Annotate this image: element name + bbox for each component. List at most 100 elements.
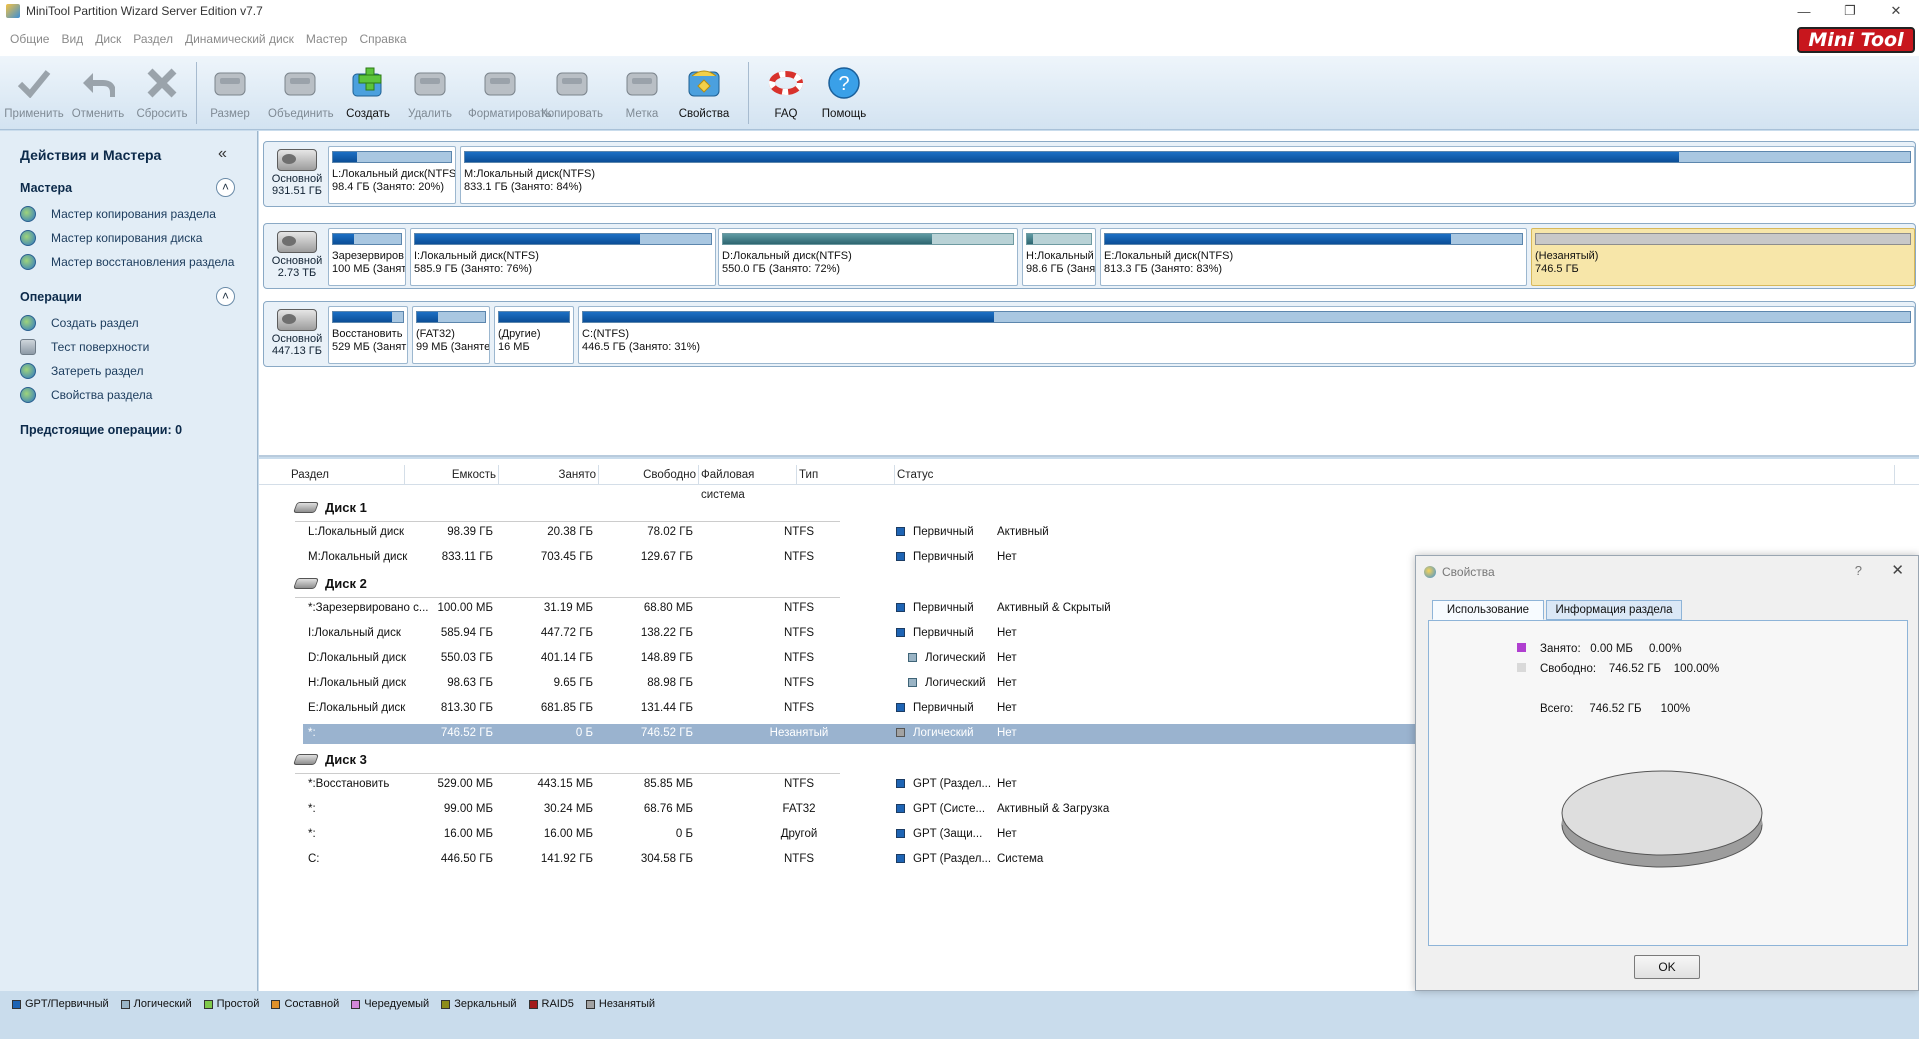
toolbar-button-cross[interactable]: Сбросить: [130, 60, 194, 126]
toolbar-button-delete-partition[interactable]: Удалить: [398, 60, 462, 126]
partition-label: Зарезервиров 100 МБ (Заняти: [332, 250, 406, 275]
table-row[interactable]: L:Локальный диск 98.39 ГБ 20.38 ГБ 78.02 ГБ…: [303, 523, 1673, 543]
collapse-operations-icon[interactable]: ˄: [216, 287, 235, 306]
restore-button[interactable]: ❐: [1827, 0, 1873, 22]
disk-map-row[interactable]: Основной 931.51 ГБ L:Локальный диск(NTFS) 9…: [263, 141, 1916, 207]
free-stat: Свободно: 746.52 ГБ 100.00%: [1517, 663, 1719, 675]
tab-partition-info[interactable]: Информация раздела: [1546, 600, 1682, 620]
cell: 31.19 МБ: [543, 602, 593, 614]
partition-block[interactable]: E:Локальный диск(NTFS) 813.3 ГБ (Занято: …: [1100, 228, 1527, 286]
menu-view[interactable]: Вид: [61, 32, 85, 46]
cell: 98.63 ГБ: [447, 677, 493, 689]
sidebar-item-recovery-wizard[interactable]: Мастер восстановления раздела: [20, 253, 234, 271]
delete-partition-icon: [411, 64, 449, 102]
cell: *:Восстановить: [308, 778, 390, 790]
sidebar-item-copy-partition-wizard[interactable]: Мастер копирования раздела: [20, 205, 216, 223]
column-header[interactable]: Статус: [895, 465, 1895, 485]
partition-label: C:(NTFS) 446.5 ГБ (Занято: 31%): [582, 328, 701, 353]
cell: 141.92 ГБ: [540, 853, 593, 865]
partition-block[interactable]: I:Локальный диск(NTFS) 585.9 ГБ (Занято: …: [410, 228, 716, 286]
cell: *:: [308, 828, 316, 840]
type-swatch: [896, 854, 905, 863]
toolbar-button-create-partition[interactable]: Создать: [336, 60, 400, 126]
column-header[interactable]: Занято: [499, 465, 599, 485]
menu-wizard[interactable]: Мастер: [306, 32, 350, 46]
minimize-button[interactable]: —: [1781, 0, 1827, 22]
cell: 16.00 МБ: [543, 828, 593, 840]
copy-disk-icon: [553, 64, 591, 102]
partition-label: (Другие) 16 МБ: [498, 328, 541, 353]
collapse-sidebar-icon[interactable]: «: [218, 145, 227, 163]
partition-block[interactable]: D:Локальный диск(NTFS) 550.0 ГБ (Занято: …: [718, 228, 1018, 286]
toolbar-button-help[interactable]: ? Помощь: [812, 60, 876, 126]
partition-block[interactable]: M:Локальный диск(NTFS) 833.1 ГБ (Занято: …: [460, 146, 1915, 204]
partition-block[interactable]: Зарезервиров 100 МБ (Заняти: [328, 228, 406, 286]
usage-bar: [582, 311, 1911, 323]
toolbar-button-format-disk[interactable]: Форматировать: [468, 60, 551, 126]
hard-disk-icon: [277, 231, 317, 253]
cell: 447.72 ГБ: [540, 627, 593, 639]
menu-partition[interactable]: Раздел: [133, 32, 175, 46]
ok-button[interactable]: OK: [1634, 955, 1700, 979]
menu-disk[interactable]: Диск: [95, 32, 123, 46]
type-swatch: [896, 829, 905, 838]
partition-block[interactable]: L:Локальный диск(NTFS) 98.4 ГБ (Занято: 2…: [328, 146, 456, 204]
usage-bar-fill: [333, 312, 392, 322]
sidebar-item-create-partition[interactable]: Создать раздел: [20, 314, 139, 332]
toolbar-button-check[interactable]: Применить: [2, 60, 66, 126]
partition-block[interactable]: H:Локальный 98.6 ГБ (Заня: [1022, 228, 1096, 286]
menu-dynamic-disk[interactable]: Динамический диск: [185, 32, 296, 46]
type-swatch: [908, 678, 917, 687]
type-swatch: [896, 628, 905, 637]
usage-bar-fill: [465, 152, 1679, 162]
cell: Система: [997, 853, 1044, 865]
toolbar-button-copy-disk[interactable]: Копировать: [540, 60, 604, 126]
toolbar-button-properties[interactable]: Свойства: [672, 60, 736, 126]
usage-bar-fill: [583, 312, 995, 322]
menu-general[interactable]: Общие: [10, 32, 51, 46]
disk-icon: [292, 501, 320, 513]
tab-usage[interactable]: Использование: [1432, 600, 1544, 620]
sidebar-item-wipe-partition[interactable]: Затереть раздел: [20, 362, 143, 380]
sidebar-item-partition-properties[interactable]: Свойства раздела: [20, 386, 152, 404]
column-header[interactable]: Тип: [797, 465, 895, 485]
legend-swatch: [585, 999, 595, 1009]
partition-block[interactable]: Восстановить 529 МБ (Заняти: [328, 306, 408, 364]
cell: GPT (Защи...: [896, 828, 982, 840]
toolbar-button-resize-disk[interactable]: Размер: [198, 60, 262, 126]
column-header[interactable]: Емкость: [405, 465, 499, 485]
partition-block[interactable]: (Незанятый) 746.5 ГБ: [1531, 228, 1915, 286]
cell: 68.80 МБ: [643, 602, 693, 614]
menu-help[interactable]: Справка: [359, 32, 408, 46]
legend-swatch: [271, 999, 281, 1009]
sidebar-item-copy-disk-wizard[interactable]: Мастер копирования диска: [20, 229, 202, 247]
disk-group-label: Диск 3: [292, 749, 367, 769]
partition-block[interactable]: (FAT32) 99 МБ (Заняте: [412, 306, 490, 364]
pending-operations: Предстоящие операции: 0: [20, 423, 183, 437]
group-divider: [295, 773, 840, 774]
column-header[interactable]: Раздел: [289, 465, 405, 485]
wizard-icon: [20, 254, 36, 270]
cell: Нет: [997, 727, 1017, 739]
column-header[interactable]: Свободно: [599, 465, 699, 485]
toolbar-button-label: Размер: [210, 108, 250, 120]
close-icon[interactable]: ✕: [1891, 561, 1904, 579]
usage-bar-fill: [1105, 234, 1452, 244]
toolbar-button-label-disk[interactable]: Метка: [610, 60, 674, 126]
toolbar-button-lifebuoy[interactable]: FAQ: [754, 60, 818, 126]
collapse-wizards-icon[interactable]: ˄: [216, 178, 235, 197]
partition-block[interactable]: (Другие) 16 МБ: [494, 306, 574, 364]
sidebar-item-surface-test[interactable]: Тест поверхности: [20, 338, 149, 356]
partition-block[interactable]: C:(NTFS) 446.5 ГБ (Занято: 31%): [578, 306, 1915, 364]
column-header[interactable]: Файловая система: [699, 465, 797, 501]
close-window-button[interactable]: ✕: [1873, 0, 1919, 22]
cell: 681.85 ГБ: [540, 702, 593, 714]
disk-map-row[interactable]: Основной 2.73 ТБ Зарезервиров 100 МБ (Занят…: [263, 223, 1916, 289]
toolbar-button-label: Метка: [625, 108, 659, 120]
toolbar-button-undo[interactable]: Отменить: [66, 60, 130, 126]
disk-map-row[interactable]: Основной 447.13 ГБ Восстановить 529 МБ (Зан…: [263, 301, 1916, 367]
toolbar-button-merge-disk[interactable]: Объединить: [268, 60, 334, 126]
cell: 813.30 ГБ: [440, 702, 493, 714]
used-stat: Занято: 0.00 МБ 0.00%: [1517, 643, 1682, 655]
help-icon[interactable]: ?: [1855, 563, 1862, 578]
